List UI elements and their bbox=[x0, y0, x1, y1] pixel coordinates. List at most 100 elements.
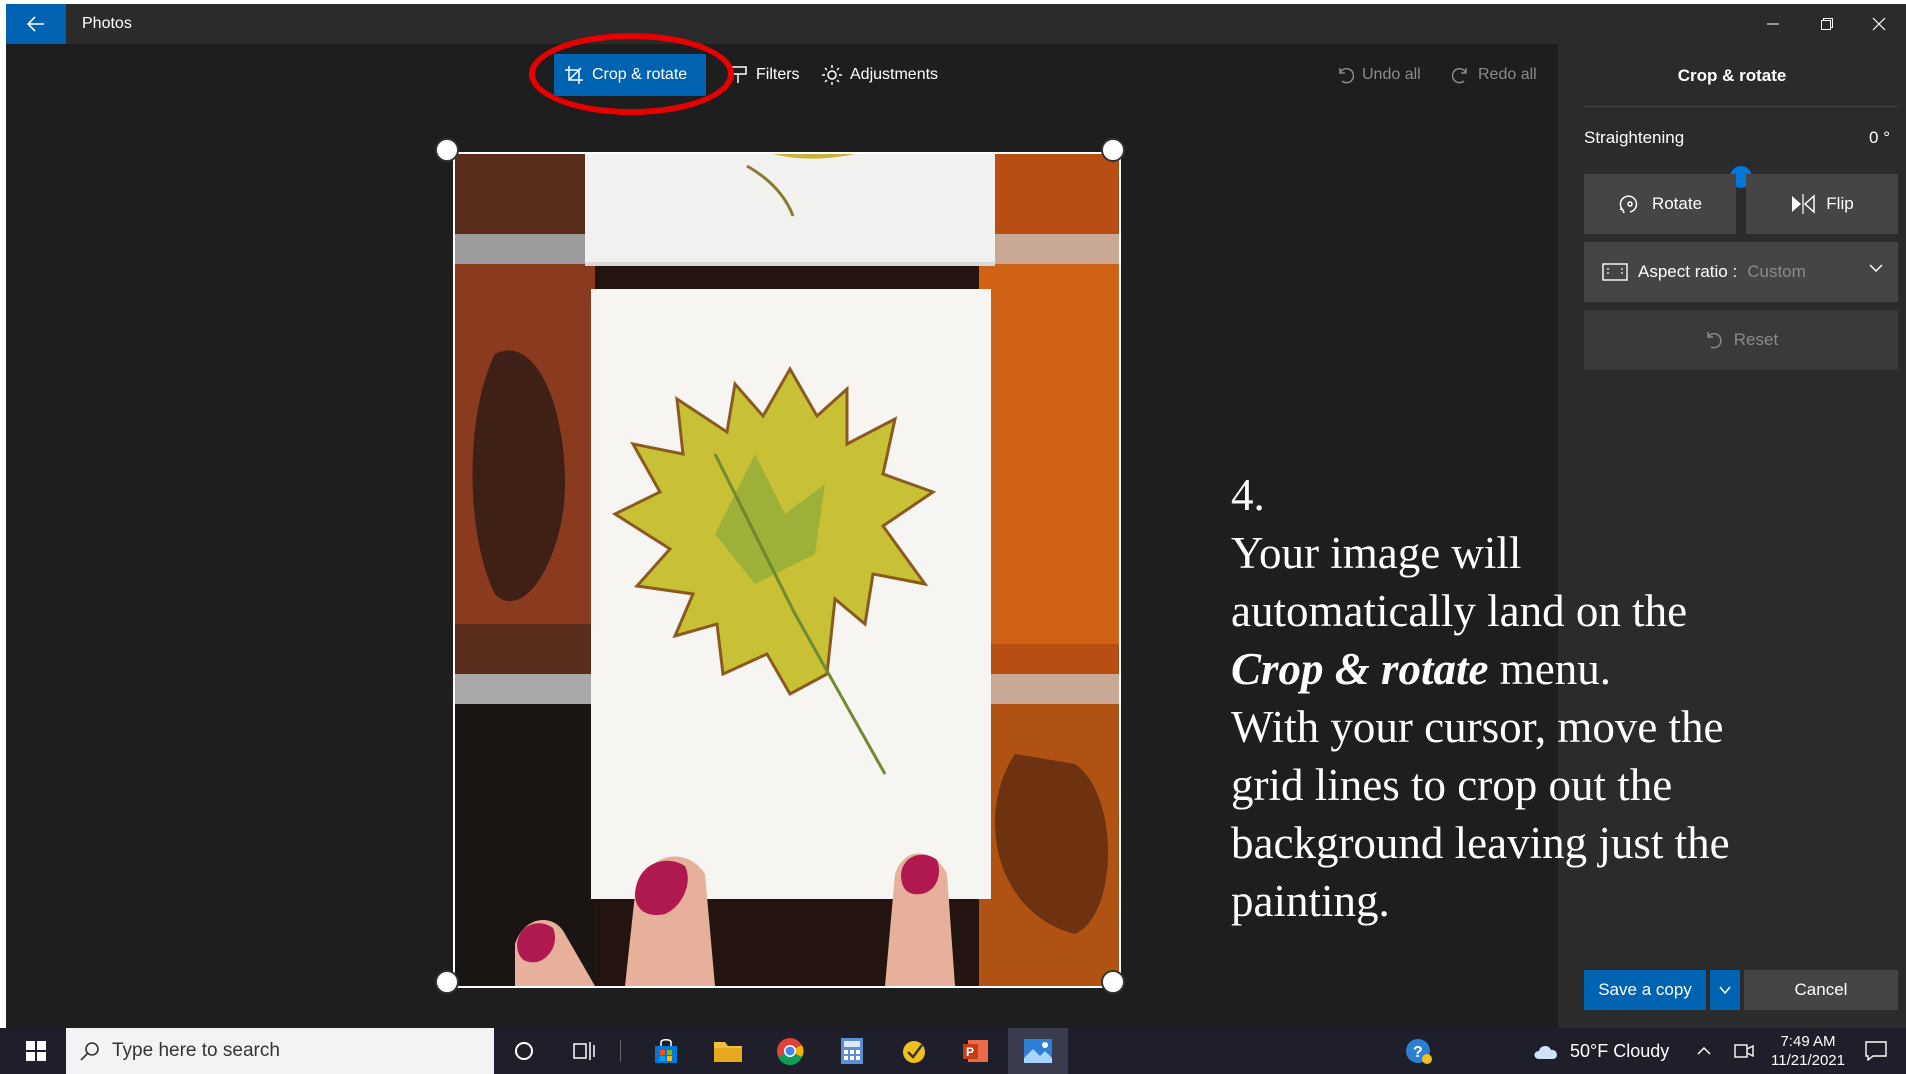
svg-text:P: P bbox=[966, 1045, 974, 1059]
weather-text[interactable]: 50°F Cloudy bbox=[1570, 1041, 1669, 1062]
task-view-icon bbox=[573, 1042, 595, 1060]
search-placeholder: Type here to search bbox=[112, 1040, 280, 1061]
caption-line: With your cursor, move the grid lines to… bbox=[1231, 702, 1730, 926]
aspect-ratio-value: Custom bbox=[1747, 262, 1806, 281]
crop-icon bbox=[565, 66, 583, 84]
powerpoint-app[interactable]: P bbox=[958, 1033, 994, 1069]
adjustments-tab[interactable]: Adjustments bbox=[812, 54, 948, 96]
adjustments-label: Adjustments bbox=[850, 66, 939, 83]
rotate-icon bbox=[1619, 195, 1638, 214]
app-title: Photos bbox=[82, 15, 132, 32]
taskbar: Type here to search P ? 50°F Cloudy 7:49… bbox=[0, 1028, 1906, 1074]
meet-now-button[interactable] bbox=[1726, 1033, 1762, 1069]
notification-icon bbox=[1865, 1041, 1887, 1061]
caption-menu-word: menu. bbox=[1488, 644, 1612, 694]
straightening-value: 0 ° bbox=[1869, 128, 1890, 147]
minimize-icon bbox=[1767, 23, 1779, 25]
redo-icon bbox=[1452, 67, 1467, 84]
panel-title: Crop & rotate bbox=[1677, 66, 1787, 85]
cloud-icon bbox=[1534, 1045, 1557, 1059]
restore-icon bbox=[1821, 18, 1833, 30]
restore-button[interactable] bbox=[1800, 4, 1854, 44]
cortana-button[interactable] bbox=[506, 1033, 542, 1069]
help-icon: ? bbox=[1406, 1039, 1432, 1064]
save-options-button[interactable] bbox=[1710, 970, 1740, 1010]
store-icon bbox=[655, 1039, 677, 1063]
store-app[interactable] bbox=[648, 1033, 684, 1069]
panel-divider bbox=[1584, 106, 1898, 107]
taskbar-clock[interactable]: 7:49 AM 11/21/2021 bbox=[1768, 1032, 1848, 1070]
filters-icon bbox=[731, 66, 747, 83]
cancel-button[interactable]: Cancel bbox=[1744, 970, 1898, 1010]
caption-line: Your image will automatically land on th… bbox=[1231, 528, 1688, 636]
straightening-label: Straightening bbox=[1584, 128, 1685, 147]
redo-all-button[interactable]: Redo all bbox=[1442, 54, 1547, 96]
chevron-up-icon bbox=[1697, 1046, 1711, 1055]
brightness-icon bbox=[822, 65, 842, 85]
cortana-icon bbox=[515, 1042, 533, 1060]
crop-handle-bottom-left[interactable] bbox=[435, 970, 459, 994]
weather-widget[interactable] bbox=[1528, 1033, 1564, 1069]
aspect-ratio-icon bbox=[1602, 263, 1628, 281]
aspect-ratio-dropdown[interactable]: Aspect ratio : Custom bbox=[1584, 242, 1898, 302]
back-button[interactable] bbox=[6, 4, 66, 44]
flip-label: Flip bbox=[1826, 194, 1854, 213]
caption-line-emphasis: Crop & rotate menu. bbox=[1231, 640, 1751, 698]
clock-date: 11/21/2021 bbox=[1771, 1052, 1845, 1069]
reset-icon bbox=[1707, 332, 1722, 349]
rotate-button[interactable]: Rotate bbox=[1584, 174, 1736, 234]
task-view-button[interactable] bbox=[566, 1033, 602, 1069]
video-icon bbox=[1734, 1044, 1754, 1058]
flip-icon bbox=[1792, 194, 1816, 214]
close-icon bbox=[1872, 17, 1886, 31]
crop-handle-top-right[interactable] bbox=[1101, 138, 1125, 162]
reset-button[interactable]: Reset bbox=[1584, 310, 1898, 370]
chrome-app[interactable] bbox=[772, 1033, 808, 1069]
notifications-button[interactable] bbox=[1858, 1033, 1894, 1069]
arrow-left-icon bbox=[27, 16, 44, 32]
clock-time: 7:49 AM bbox=[1780, 1033, 1836, 1050]
close-button[interactable] bbox=[1852, 4, 1906, 44]
undo-icon bbox=[1339, 67, 1354, 84]
title-bar: Photos bbox=[6, 4, 1906, 44]
chevron-down-icon bbox=[1869, 264, 1883, 273]
filters-tab[interactable]: Filters bbox=[720, 54, 810, 96]
caption-step-number: 4. bbox=[1231, 470, 1265, 520]
checklist-icon bbox=[903, 1041, 925, 1063]
edit-toolbar: Crop & rotate Filters Adjustments Undo a… bbox=[6, 44, 1558, 104]
start-button[interactable] bbox=[18, 1033, 54, 1069]
filters-label: Filters bbox=[756, 66, 800, 83]
crop-handle-bottom-right[interactable] bbox=[1101, 970, 1125, 994]
reset-label: Reset bbox=[1733, 330, 1779, 349]
rotate-label: Rotate bbox=[1651, 194, 1703, 213]
minimize-button[interactable] bbox=[1746, 4, 1800, 44]
save-copy-button[interactable]: Save a copy bbox=[1584, 970, 1706, 1010]
undo-all-button[interactable]: Undo all bbox=[1326, 54, 1431, 96]
photos-window: Photos Crop & rotate Filters Adjustments… bbox=[6, 4, 1906, 1028]
crop-rotate-tab[interactable]: Crop & rotate bbox=[554, 54, 706, 96]
crop-rotate-label: Crop & rotate bbox=[592, 66, 688, 83]
windows-logo-icon bbox=[26, 1041, 46, 1061]
file-explorer-app[interactable] bbox=[710, 1033, 746, 1069]
crop-handle-top-left[interactable] bbox=[435, 138, 459, 162]
flip-button[interactable]: Flip bbox=[1746, 174, 1898, 234]
photos-icon bbox=[1024, 1039, 1052, 1063]
todo-app[interactable] bbox=[896, 1033, 932, 1069]
folder-icon bbox=[714, 1042, 742, 1062]
help-app[interactable]: ? bbox=[1400, 1033, 1436, 1069]
chevron-down-icon bbox=[1719, 986, 1731, 995]
show-hidden-icons-button[interactable] bbox=[1686, 1033, 1722, 1069]
photo-preview bbox=[455, 154, 1119, 986]
svg-text:?: ? bbox=[1413, 1044, 1423, 1061]
leaf-painting-image bbox=[455, 154, 1119, 986]
powerpoint-icon: P bbox=[963, 1040, 988, 1062]
chrome-icon bbox=[777, 1038, 804, 1065]
taskbar-search-box[interactable]: Type here to search bbox=[66, 1028, 494, 1074]
aspect-ratio-label: Aspect ratio : bbox=[1638, 262, 1738, 281]
search-icon bbox=[80, 1042, 99, 1061]
photos-app-active[interactable] bbox=[1008, 1028, 1068, 1074]
caption-emphasis: Crop & rotate bbox=[1231, 644, 1489, 694]
calculator-app[interactable] bbox=[834, 1033, 870, 1069]
redo-all-label: Redo all bbox=[1478, 66, 1537, 83]
instruction-caption: 4. Your image will automatically land on… bbox=[1231, 466, 1751, 930]
